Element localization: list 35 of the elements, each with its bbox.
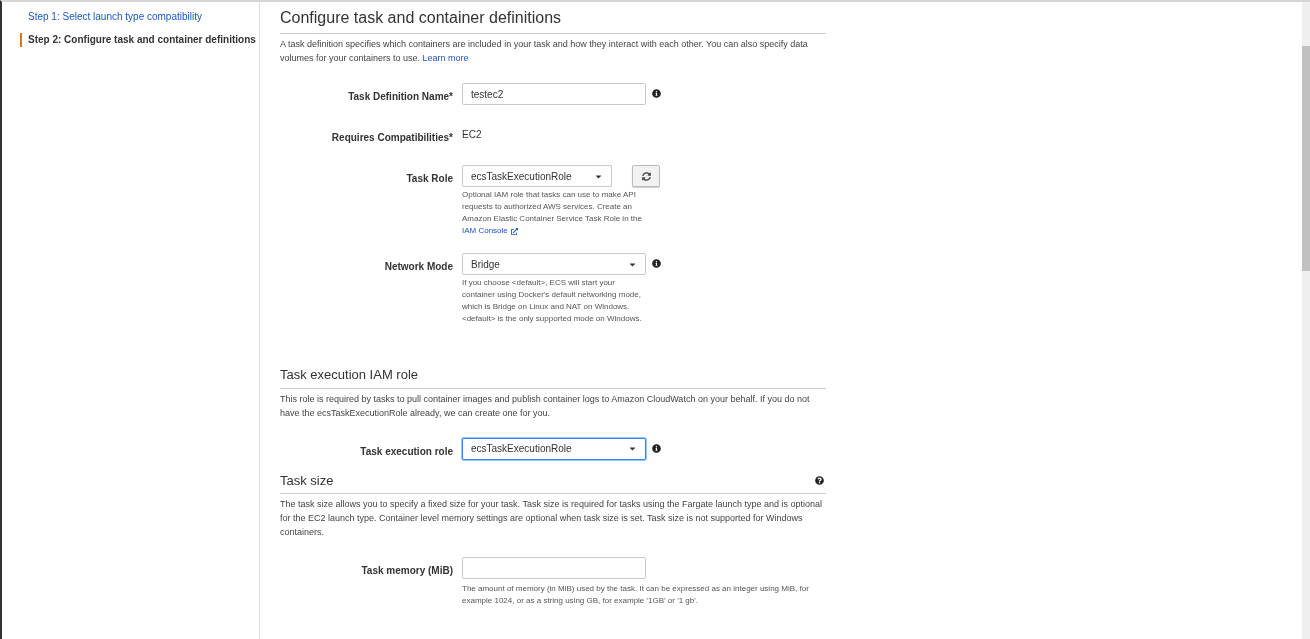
section-description: The task size allows you to specify a fixed size for your task. Task size is required for tasks using the Fargate launch type and is optional for the EC2 launch type. Container level memory settings are optional when task size is set. Task size is not supported for Windows containers.: [280, 498, 824, 539]
field-label: Task memory (MiB): [361, 565, 453, 576]
caret-icon: [628, 444, 637, 453]
helper-text: Optional IAM role that tasks can use to make API requests to authorized AWS services. Create an Amazon Elastic Container Service Task Role in the IAM Console: [462, 189, 643, 237]
select-field[interactable]: Bridge: [462, 253, 646, 275]
step-link[interactable]: Step 1: Select launch type compatibility: [20, 10, 259, 24]
section-description: This role is required by tasks to pull container images and publish container logs to Amazon CloudWatch on your behalf. If you do not have the ecsTaskExecutionRole already, we can create one for you.: [280, 392, 811, 420]
field-value: EC2: [462, 128, 482, 142]
scrollbar[interactable]: [1302, 2, 1310, 639]
helper-text: The amount of memory (in MiB) used by the task. It can be expressed as an integer using MiB, for example 1024, or as a string using GB, for example '1GB' or '1 gb'.: [462, 583, 810, 607]
scrollbar-thumb[interactable]: [1302, 46, 1310, 271]
info-icon[interactable]: [652, 259, 661, 268]
section-title: Task execution IAM role: [280, 366, 418, 384]
section-description: A task definition specifies which containers are included in your task and how they interact with each other. You can also specify data volumes for your containers to use. Learn more: [280, 38, 809, 65]
section-title: Configure task and container definitions: [280, 8, 562, 28]
field-label: Requires Compatibilities*: [331, 132, 453, 143]
field-label: Task Role: [406, 173, 453, 184]
field-label: Task Definition Name*: [348, 91, 453, 102]
helper-text: If you choose <default>, ECS will start your container using Docker's default networking mode, which is Bridge on Linux and NAT on Windows. <default> is the only supported mode on Windows.: [462, 277, 643, 325]
text-field[interactable]: [462, 557, 646, 579]
learn-more-link[interactable]: Learn more: [422, 53, 469, 63]
refresh-button[interactable]: [632, 165, 660, 187]
info-icon[interactable]: [652, 443, 661, 453]
field-label: Network Mode: [384, 261, 453, 272]
select-field[interactable]: ecsTaskExecutionRole: [462, 165, 612, 187]
info-icon[interactable]: [652, 89, 661, 98]
refresh-icon: [641, 171, 651, 181]
step-link[interactable]: Step 2: Configure task and container definitions: [20, 33, 259, 47]
select-field[interactable]: ecsTaskExecutionRole: [462, 437, 646, 460]
help-icon[interactable]: [815, 475, 824, 485]
field-label: Task execution role: [360, 445, 453, 457]
iam-console-link[interactable]: IAM Console: [462, 225, 518, 237]
section-title: Task size: [280, 471, 334, 490]
text-field[interactable]: testec2: [462, 83, 646, 105]
external-link-icon: [510, 227, 518, 235]
